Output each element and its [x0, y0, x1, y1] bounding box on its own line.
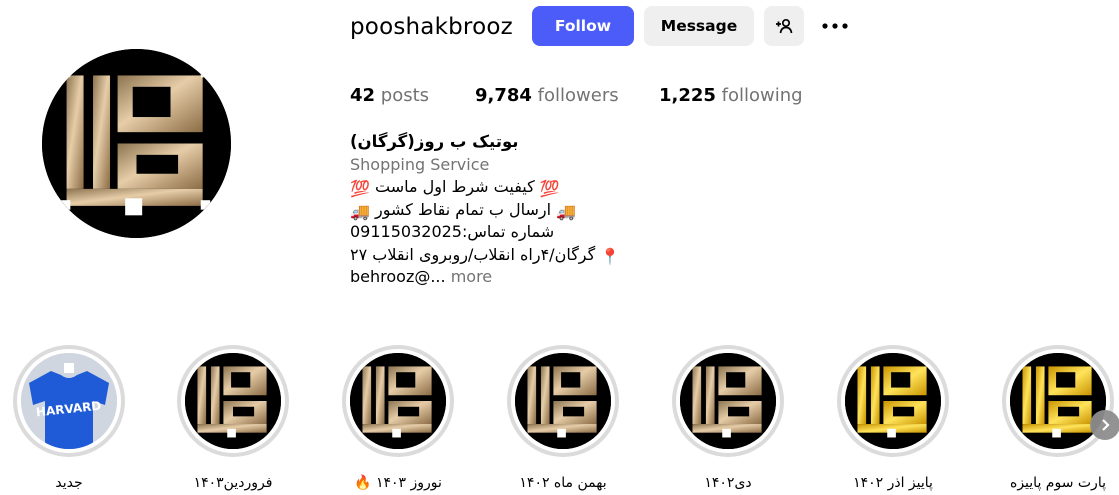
following-label: following: [721, 85, 803, 106]
highlight-ring: [837, 345, 949, 457]
highlight-ring: [177, 345, 289, 457]
brand-logo-icon: [185, 353, 281, 449]
chevron-right-icon[interactable]: [1090, 410, 1119, 440]
bio-line-shipping-text: ارسال ب تمام نقاط کشور: [375, 199, 552, 219]
brand-logo-icon: [42, 49, 231, 238]
bio-line-quality: 💯 کیفیت شرط اول ماست 💯: [350, 176, 770, 199]
highlight-item[interactable]: دی۱۴۰۲: [658, 345, 798, 492]
bio-line-shipping: 🚚 ارسال ب تمام نقاط کشور 🚚: [350, 199, 770, 222]
posts-stat: 42 posts: [350, 84, 429, 108]
bio-line-quality-text: کیفیت شرط اول ماست: [375, 177, 535, 196]
highlight-label: فروردین۱۴۰۳: [193, 475, 273, 491]
bio-line-phone: شماره تماس:09115032025: [350, 222, 555, 241]
highlight-item[interactable]: پاییز اذر ۱۴۰۲: [823, 345, 963, 492]
followers-label: followers: [537, 85, 619, 106]
bio-more-link[interactable]: more: [451, 267, 492, 286]
profile-avatar[interactable]: [42, 49, 231, 238]
bio-line-address: 📍 گرگان/۴راه انقلاب/روبروی انقلاب ۲۷: [350, 244, 770, 267]
followers-stat[interactable]: 9,784 followers: [475, 84, 619, 108]
highlight-label: پاییز اذر ۱۴۰۲: [853, 475, 933, 491]
following-count: 1,225: [659, 85, 716, 106]
highlight-label: بهمن ماه ۱۴۰۲: [519, 475, 607, 491]
delivery-truck-icon: 🚚: [350, 201, 370, 221]
brand-logo-yellow-icon: [845, 353, 941, 449]
brand-logo-icon: [350, 353, 446, 449]
hundred-points-icon: 💯: [350, 179, 370, 198]
message-button[interactable]: Message: [644, 6, 754, 46]
highlight-ring: HARVARD: [13, 345, 125, 457]
profile-bio: بوتیک ب روز(گرگان) Shopping Service 💯 کی…: [350, 131, 770, 289]
posts-label: posts: [380, 85, 430, 106]
highlight-label: دی۱۴۰۲: [704, 475, 752, 491]
highlight-label: جدید: [55, 475, 83, 491]
highlight-label: نوروز ۱۴۰۳ 🔥: [354, 475, 442, 491]
brand-logo-icon: [515, 353, 611, 449]
more-horizontal-icon[interactable]: [820, 14, 850, 38]
brand-logo-yellow-icon: [1010, 353, 1106, 449]
highlight-ring: [342, 345, 454, 457]
brand-logo-icon: [680, 353, 776, 449]
bio-line-address-text: گرگان/۴راه انقلاب/روبروی انقلاب ۲۷: [350, 244, 596, 264]
highlight-label: پارت سوم پاییزه: [1010, 475, 1106, 491]
story-highlights: HARVARD جدید فروردین۱۴۰۳ نوروز ۱۴۰۳ 🔥 به…: [0, 345, 1119, 495]
highlight-ring: [672, 345, 784, 457]
highlight-item[interactable]: نوروز ۱۴۰۳ 🔥: [328, 345, 468, 492]
hundred-points-icon: 💯: [539, 179, 560, 198]
highlight-item[interactable]: HARVARD جدید: [0, 345, 139, 492]
bio-display-name: بوتیک ب روز(گرگان): [350, 132, 519, 151]
highlight-item[interactable]: بهمن ماه ۱۴۰۲: [493, 345, 633, 492]
following-stat[interactable]: 1,225 following: [659, 84, 803, 108]
follow-button[interactable]: Follow: [532, 6, 634, 46]
map-pin-icon: 📍: [600, 246, 621, 266]
delivery-truck-icon: 🚚: [556, 201, 577, 221]
person-add-icon: [776, 18, 793, 34]
bio-line-email: behrooz@... more: [350, 266, 770, 289]
highlight-ring: [507, 345, 619, 457]
highlight-item[interactable]: فروردین۱۴۰۳: [163, 345, 303, 492]
blue-shirt-photo-icon: HARVARD: [21, 353, 117, 449]
highlight-ring: [1002, 345, 1114, 457]
bio-category: Shopping Service: [350, 154, 490, 174]
bio-email-text: behrooz@...: [350, 267, 446, 286]
followers-count: 9,784: [475, 85, 532, 106]
posts-count: 42: [350, 85, 376, 106]
suggested-accounts-button[interactable]: [764, 6, 804, 46]
profile-username: pooshakbrooz: [350, 14, 513, 40]
